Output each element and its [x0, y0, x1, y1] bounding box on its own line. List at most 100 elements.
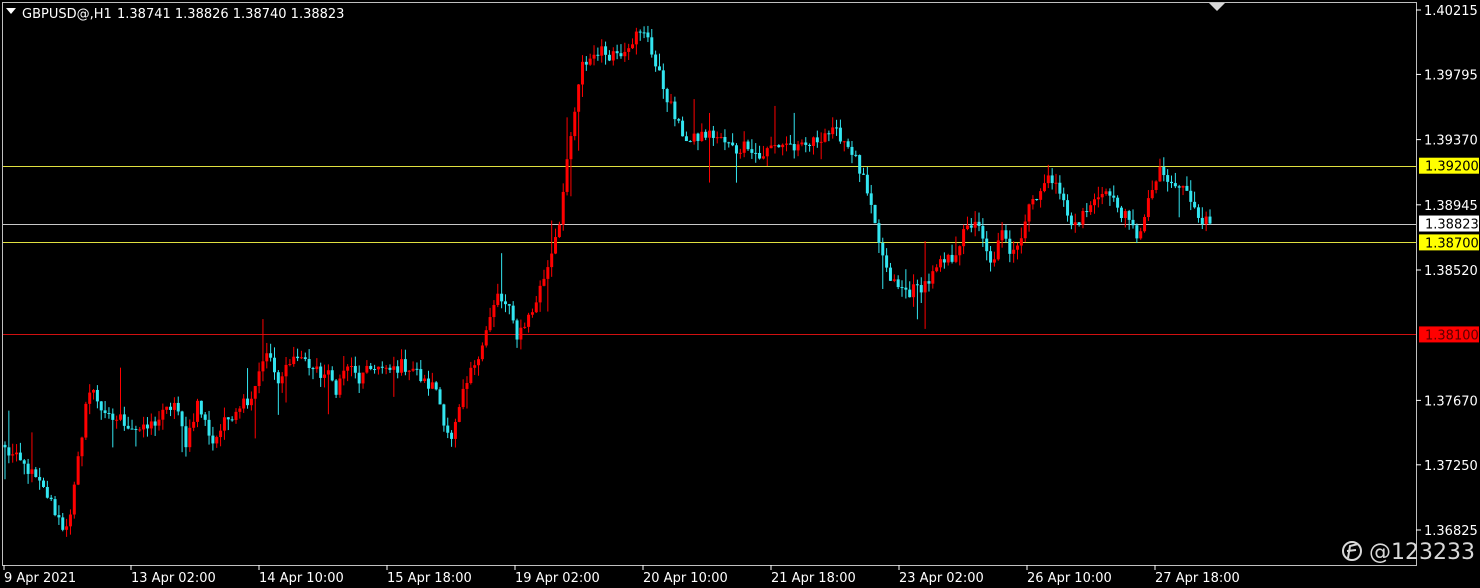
x-tick-label: 19 Apr 02:00	[515, 571, 600, 586]
candle-body	[488, 317, 492, 331]
candle-body	[172, 402, 176, 410]
candle-body	[234, 411, 238, 421]
candle-body	[900, 287, 904, 289]
candle-body	[796, 144, 800, 151]
candle-body	[607, 54, 611, 61]
candle-body	[792, 143, 796, 151]
candle-body	[1173, 183, 1177, 187]
candle-body	[561, 191, 565, 225]
candle-body	[142, 424, 146, 430]
candle-body	[808, 144, 812, 146]
candle-body	[1004, 230, 1008, 239]
candle-body	[434, 382, 438, 390]
candle-body	[72, 484, 76, 515]
candle-body	[692, 133, 696, 142]
candle-body	[738, 152, 742, 154]
candle-body	[761, 156, 765, 159]
candle-body	[392, 366, 396, 370]
candle-body	[773, 145, 777, 147]
candle-body	[388, 367, 392, 370]
candle-body	[915, 284, 919, 286]
candle-body	[1081, 211, 1085, 225]
candle-body	[145, 424, 149, 429]
candle-body	[219, 430, 223, 438]
candle-body	[496, 293, 500, 306]
candle-body	[604, 46, 608, 55]
candle-body	[715, 137, 719, 139]
candle-body	[34, 469, 38, 477]
candle-body	[523, 326, 527, 328]
candle-body	[18, 452, 22, 461]
candle-body	[22, 460, 26, 464]
candle-body	[515, 320, 519, 340]
candle-body	[1104, 191, 1108, 194]
candle-body	[446, 425, 450, 433]
candle-body	[272, 357, 276, 373]
candle-body	[99, 401, 103, 411]
candle-body	[353, 366, 357, 373]
candle-body	[750, 149, 754, 153]
candle-body	[1023, 221, 1027, 239]
candle-body	[95, 389, 99, 402]
y-tick-label: 1.37670	[1424, 394, 1478, 409]
candle-body	[519, 327, 523, 340]
candle-body	[84, 403, 88, 438]
candle-body	[365, 365, 369, 373]
candle-body	[103, 410, 107, 414]
candle-body	[41, 480, 45, 487]
candle-body	[473, 365, 477, 368]
candle-body	[130, 428, 134, 430]
x-tick-label: 21 Apr 18:00	[771, 571, 856, 586]
candle	[438, 387, 442, 405]
candle-body	[1196, 207, 1200, 218]
candle-body	[369, 365, 373, 370]
candle-body	[942, 259, 946, 263]
y-tick-label: 1.36825	[1424, 524, 1478, 539]
candle-body	[954, 255, 958, 262]
candle-body	[631, 44, 635, 49]
x-tick-label: 15 Apr 18:00	[387, 571, 472, 586]
candle-body	[115, 419, 119, 421]
candle-body	[315, 366, 319, 370]
candle-body	[919, 285, 923, 293]
candle-body	[1019, 238, 1023, 246]
candle-body	[426, 378, 430, 389]
candle-body	[1162, 166, 1166, 176]
candle-body	[226, 417, 230, 420]
candle-body	[527, 314, 531, 327]
candle-body	[203, 414, 207, 420]
candle-body	[823, 133, 827, 142]
candle-body	[296, 356, 300, 359]
candle-body	[107, 413, 111, 415]
candle-body	[965, 225, 969, 230]
candle-body	[557, 224, 561, 238]
y-tick-label: 1.39795	[1424, 68, 1478, 83]
candle-body	[65, 526, 69, 530]
candle-body	[842, 141, 846, 143]
candle-body	[623, 51, 627, 57]
candle-body	[877, 223, 881, 243]
candle-body	[858, 155, 862, 174]
candle-body	[45, 486, 49, 498]
candle-body	[1181, 185, 1185, 188]
candle-body	[1100, 193, 1104, 198]
candle-body	[15, 452, 19, 455]
candle-body	[1058, 182, 1062, 194]
candle-body	[1158, 166, 1162, 182]
candle-body	[989, 251, 993, 263]
candle-body	[584, 61, 588, 65]
candle-body	[311, 367, 315, 370]
candle-body	[188, 427, 192, 448]
candle-body	[1193, 201, 1197, 208]
y-tick-label: 1.39370	[1424, 134, 1478, 149]
candle-body	[981, 225, 985, 239]
x-tick-label: 23 Apr 02:00	[899, 571, 984, 586]
candle-body	[92, 389, 96, 393]
candle-body	[153, 421, 157, 426]
candle-body	[507, 304, 511, 306]
candle-body	[357, 372, 361, 384]
candle	[573, 107, 577, 141]
price-chart[interactable]: 1.40215 1.39795 1.39370 1.38945 1.38520 1.376…	[0, 0, 1480, 588]
candle-body	[577, 84, 581, 112]
candle-body	[211, 435, 215, 444]
